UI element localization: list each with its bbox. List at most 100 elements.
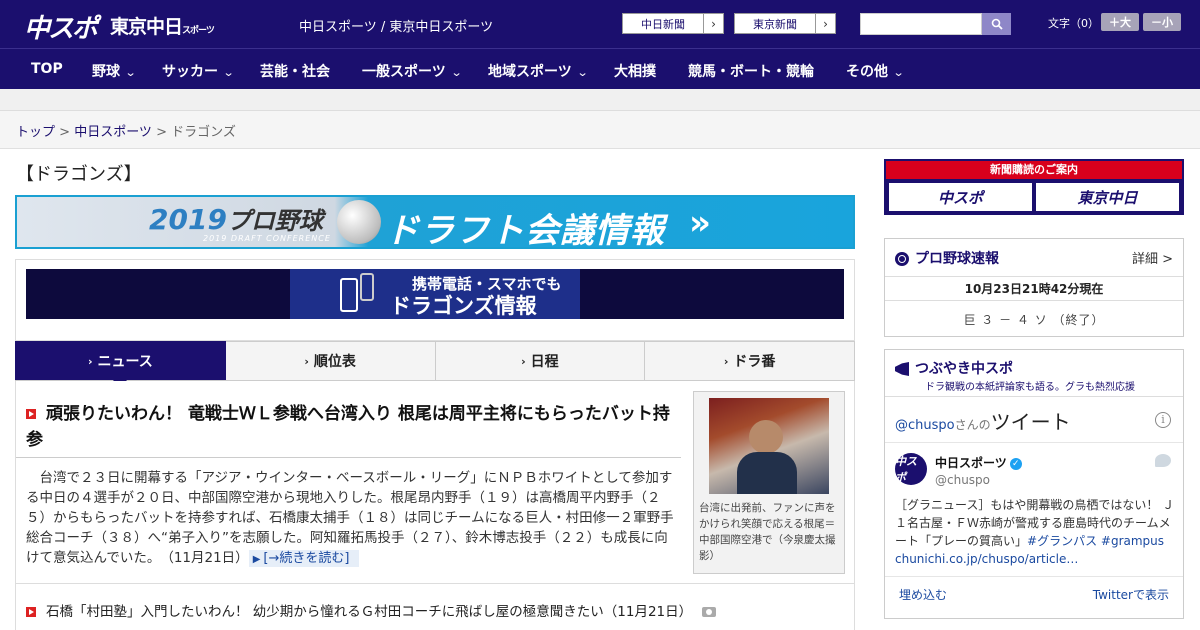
nav-label: TOP xyxy=(31,61,63,77)
tab-dora-ban[interactable]: › ドラ番 xyxy=(645,341,855,380)
lead-photo-card: 台湾に出発前、ファンに声をかけられ笑顔で応える根尾＝中部国際空港で（今泉慶太撮影… xyxy=(693,391,845,574)
tokyo-logo-sub: スポーツ xyxy=(182,26,215,36)
nav-other[interactable]: その他 ⌄ xyxy=(846,61,905,81)
lead-date: （11月21日） xyxy=(167,550,249,566)
twitter-bird-icon[interactable] xyxy=(1155,454,1171,467)
divider xyxy=(885,396,1183,397)
chevron-right-icon: › xyxy=(304,354,309,368)
tweet-account-handle[interactable]: @chuspo xyxy=(935,473,990,487)
nav-general-sports[interactable]: 一般スポーツ ⌄ xyxy=(362,61,463,81)
chunichi-shimbun-button[interactable]: 中日新聞 › xyxy=(622,13,724,34)
nav-local-sports[interactable]: 地域スポーツ ⌄ xyxy=(488,61,589,81)
breadcrumb-current: ドラゴンズ xyxy=(171,125,236,140)
tweets-title: つぶやき中スポ xyxy=(895,358,1013,378)
tab-standings[interactable]: › 順位表 xyxy=(225,341,436,380)
nav-soccer[interactable]: サッカー ⌄ xyxy=(162,61,235,81)
tweet-account-name[interactable]: 中日スポーツ ✓ xyxy=(935,454,1022,471)
hashtag-grampus-jp[interactable]: #グランパス xyxy=(1027,534,1097,548)
mobile-banner-box: 携帯電話・スマホでも ドラゴンズ情報 xyxy=(15,259,855,341)
page-title: 【ドラゴンズ】 xyxy=(16,164,142,185)
chevron-down-icon: ⌄ xyxy=(576,66,589,79)
breadcrumb-top-link[interactable]: トップ xyxy=(16,125,55,140)
nav-top[interactable]: TOP xyxy=(31,61,63,77)
tab-label: ドラ番 xyxy=(733,354,776,370)
nav-label: 競馬・ボート・競輪 xyxy=(688,64,814,80)
lead-body: 台湾で２３日に開幕する「アジア・ウインター・ベースボール・リーグ」にＮＰＢホワイ… xyxy=(26,468,676,570)
search-button[interactable] xyxy=(982,13,1011,35)
chevron-right-icon: › xyxy=(87,354,93,368)
divider xyxy=(16,457,681,458)
chunichi-shimbun-label: 中日新聞 xyxy=(641,17,685,31)
chevron-down-icon: ⌄ xyxy=(222,66,235,79)
search-input[interactable] xyxy=(860,13,982,35)
nav-label: 野球 xyxy=(92,64,120,80)
site-links[interactable]: 中日スポーツ / 東京中日スポーツ xyxy=(299,16,493,35)
list-item[interactable]: 石橋「村田塾」入門したいわん！ 幼少期から憧れるＧ村田コーチに飛ばし屋の極意聞き… xyxy=(26,600,717,620)
tweet-account-name-text: 中日スポーツ xyxy=(935,456,1007,470)
tokyo-shimbun-button[interactable]: 東京新聞 › xyxy=(734,13,836,34)
lead-photo[interactable] xyxy=(709,398,829,494)
embed-link[interactable]: 埋め込む xyxy=(899,586,947,603)
hashtag-grampus[interactable]: #grampus xyxy=(1101,534,1164,548)
view-on-twitter-link[interactable]: Twitterで表示 xyxy=(1093,586,1169,603)
divider xyxy=(885,442,1183,443)
baseball-score[interactable]: 巨 ３ － ４ ソ （終了） xyxy=(885,311,1183,328)
tokyo-shimbun-label: 東京新聞 xyxy=(753,17,797,31)
tab-news[interactable]: › ニュース xyxy=(15,341,226,388)
chuspo-logo[interactable]: 中スポ xyxy=(24,8,98,45)
tweets-heading: @chuspoさんのツイート xyxy=(895,406,1071,435)
top-header: 中スポ 東京中日スポーツ 中日スポーツ / 東京中日スポーツ 中日新聞 › 東京… xyxy=(0,0,1200,48)
tweets-handle-link[interactable]: @chuspo xyxy=(895,418,955,433)
nav-entertainment[interactable]: 芸能・社会 xyxy=(260,61,330,81)
draft-year: 2019 xyxy=(149,203,227,236)
news-list: 頑張りたいわん！ 竜戦士ＷＬ参戦へ台湾入り 根尾は周平主将にもらったバット持参 … xyxy=(15,381,855,630)
search-icon xyxy=(991,18,1003,30)
nav-label: 芸能・社会 xyxy=(260,64,330,80)
nav-label: 地域スポーツ xyxy=(488,64,572,80)
subscribe-tokyo-button[interactable]: 東京中日 xyxy=(1036,183,1179,211)
baseball-timestamp: 10月23日21時42分現在 xyxy=(964,282,1104,296)
draft-banner-year: 2019プロ野球 xyxy=(149,201,323,236)
tweets-title-text: つぶやき中スポ xyxy=(915,361,1013,377)
breadcrumb: トップ > 中日スポーツ > ドラゴンズ xyxy=(16,121,236,140)
draft-conference-banner[interactable]: 2019プロ野球 2019 DRAFT CONFERENCE ドラフト会議情報 … xyxy=(15,195,855,249)
draft-banner-title: ドラフト会議情報 xyxy=(385,211,665,249)
info-icon[interactable]: i xyxy=(1155,412,1171,428)
avatar[interactable]: 中スポ xyxy=(895,453,927,485)
nav-label: サッカー xyxy=(162,64,218,80)
tweet-text: ［グラニュース］もはや開幕戦の鳥栖ではない！ Ｊ１名古屋・ＦＷ赤崎が警戒する鹿島… xyxy=(895,496,1175,568)
tweets-word: ツイート xyxy=(990,410,1071,434)
chevron-right-icon: › xyxy=(703,14,723,33)
tweets-subtitle: ドラ観戦の本紙評論家も語る。グラも熱烈応援 xyxy=(925,382,1135,393)
breadcrumb-chuspo-link[interactable]: 中日スポーツ xyxy=(74,125,152,140)
tokyo-chunichi-logo[interactable]: 東京中日スポーツ xyxy=(110,12,215,39)
verified-icon: ✓ xyxy=(1009,457,1022,470)
read-more-link[interactable]: ▶ [→続きを読む] xyxy=(248,550,360,567)
nav-sumo[interactable]: 大相撲 xyxy=(614,61,656,81)
baseball-live-card: プロ野球速報 詳細 > 10月23日21時42分現在 巨 ３ － ４ ソ （終了… xyxy=(884,238,1184,337)
photo-caption: 台湾に出発前、ファンに声をかけられ笑顔で応える根尾＝中部国際空港で（今泉慶太撮影… xyxy=(699,502,836,562)
divider xyxy=(885,276,1183,277)
mobile-dragons-banner[interactable]: 携帯電話・スマホでも ドラゴンズ情報 xyxy=(26,269,844,319)
baseball-detail-link[interactable]: 詳細 > xyxy=(1132,248,1173,267)
tab-schedule[interactable]: › 日程 xyxy=(435,341,646,380)
tweet-link[interactable]: chunichi.co.jp/chuspo/article… xyxy=(895,552,1078,566)
font-larger-button[interactable]: ＋大 xyxy=(1101,13,1139,31)
draft-pro: プロ野球 xyxy=(226,207,323,235)
play-bullet-icon xyxy=(26,607,36,617)
main-nav: TOP 野球 ⌄ サッカー ⌄ 芸能・社会 一般スポーツ ⌄ 地域スポーツ ⌄ 大相撲 … xyxy=(0,48,1200,89)
tab-label: ニュース xyxy=(97,354,153,370)
chevron-down-icon: ⌄ xyxy=(450,66,463,79)
nav-label: その他 xyxy=(846,64,888,80)
nav-label: 一般スポーツ xyxy=(362,64,446,80)
subscribe-chuspo-button[interactable]: 中スポ xyxy=(889,183,1032,211)
divider xyxy=(16,583,854,584)
subscription-box: 新聞購読のご案内 中スポ 東京中日 xyxy=(884,159,1184,215)
smartphone-icon xyxy=(340,278,358,312)
font-smaller-button[interactable]: －小 xyxy=(1143,13,1181,31)
lead-headline[interactable]: 頑張りたいわん！ 竜戦士ＷＬ参戦へ台湾入り 根尾は周平主将にもらったバット持参 xyxy=(26,401,686,453)
nav-baseball[interactable]: 野球 ⌄ xyxy=(92,61,137,81)
mobile-banner-inner: 携帯電話・スマホでも ドラゴンズ情報 xyxy=(290,269,580,319)
baseball-live-title-text: プロ野球速報 xyxy=(915,251,999,267)
nav-racing[interactable]: 競馬・ボート・競輪 xyxy=(688,61,814,81)
